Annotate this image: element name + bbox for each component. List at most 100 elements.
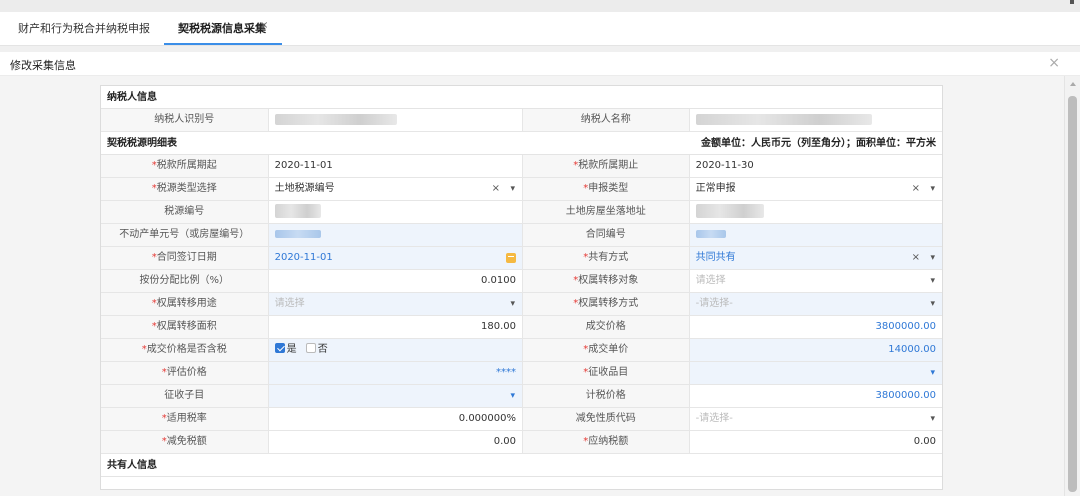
- form-row: *合同签订日期 2020-11-01 *共有方式 共同共有 × ▾: [101, 247, 942, 270]
- active-tab-indicator: [164, 43, 282, 45]
- form-row: *税款所属期起 2020-11-01 *税款所属期止 2020-11-30: [101, 155, 942, 178]
- unit-note: 金额单位：人民币元（列至角分）；面积单位：平方米: [701, 138, 936, 149]
- collection-subitem-select[interactable]: ▾: [268, 385, 522, 407]
- field-label: *申报类型: [522, 178, 690, 200]
- chevron-down-icon[interactable]: ▾: [510, 385, 515, 407]
- section-title: 纳税人信息: [107, 92, 157, 103]
- period-end-field[interactable]: 2020-11-30: [690, 155, 942, 177]
- tab-deed-tax-collection[interactable]: 契税税源信息采集: [178, 12, 266, 46]
- form-row: 税源编号 土地房屋坐落地址: [101, 201, 942, 224]
- checkbox-no[interactable]: [305, 343, 316, 353]
- field-label: 合同编号: [522, 224, 690, 246]
- top-strip: [0, 0, 1080, 12]
- eval-price-field[interactable]: ****: [268, 362, 522, 384]
- form-row: *减免税额 0.00 *应纳税额 0.00: [101, 431, 942, 454]
- clear-icon[interactable]: ×: [912, 178, 920, 200]
- source-type-select[interactable]: 土地税源编号 × ▾: [269, 178, 522, 200]
- field-label: *权属转移用途: [101, 293, 269, 315]
- calendar-icon[interactable]: [506, 253, 516, 263]
- field-label: *成交价格是否含税: [101, 339, 269, 361]
- field-label: *税款所属期止: [522, 155, 690, 177]
- field-label: *评估价格: [101, 362, 269, 384]
- section-title: 共有人信息: [107, 460, 157, 471]
- method-select[interactable]: -请选择- ▾: [689, 293, 942, 315]
- area-field[interactable]: 180.00: [269, 316, 522, 338]
- field-label: *征收品目: [522, 362, 690, 384]
- chevron-down-icon[interactable]: ▾: [930, 247, 935, 269]
- content-area: 纳税人信息 纳税人识别号 纳税人名称 契税税源明细表 金额单位：人民币元（列至角…: [0, 76, 1064, 496]
- field-label: 纳税人识别号: [101, 109, 269, 131]
- purpose-select[interactable]: 请选择 ▾: [268, 293, 522, 315]
- corner-mark: [1070, 0, 1074, 4]
- field-label: 计税价格: [522, 385, 690, 407]
- chevron-down-icon[interactable]: ▾: [510, 293, 515, 315]
- tab-bar: 财产和行为税合并纳税申报 契税税源信息采集 ×: [0, 12, 1080, 46]
- section-taxpayer-info: 纳税人信息: [101, 86, 942, 109]
- tax-included-options: 是 否: [268, 339, 522, 361]
- form-row: *权属转移面积 180.00 成交价格 3800000.00: [101, 316, 942, 339]
- page-title: 修改采集信息: [10, 59, 76, 72]
- form-row: *成交价格是否含税 是 否 *成交单价 14000.00: [101, 339, 942, 362]
- form-row: *税源类型选择 土地税源编号 × ▾ *申报类型 正常申报 × ▾: [101, 178, 942, 201]
- chevron-down-icon[interactable]: ▾: [930, 408, 935, 430]
- ratio-field[interactable]: 0.0100: [269, 270, 522, 292]
- transfer-object-select[interactable]: 请选择 ▾: [690, 270, 942, 292]
- scrollbar-thumb[interactable]: [1068, 96, 1077, 492]
- chevron-down-icon[interactable]: ▾: [930, 270, 935, 292]
- unit-no-field[interactable]: [268, 224, 522, 246]
- field-label: *权属转移对象: [522, 270, 690, 292]
- period-start-field[interactable]: 2020-11-01: [269, 155, 522, 177]
- tax-price-value: 3800000.00: [875, 390, 936, 401]
- field-label: *应纳税额: [522, 431, 690, 453]
- scroll-up-icon[interactable]: [1070, 82, 1076, 86]
- field-label: 征收子目: [101, 385, 269, 407]
- contract-no-field[interactable]: [689, 224, 942, 246]
- form-row: *权属转移用途 请选择 ▾ *权属转移方式 -请选择- ▾: [101, 293, 942, 316]
- sub-header: 修改采集信息 ×: [0, 52, 1080, 76]
- unit-price-value: 14000.00: [689, 339, 942, 361]
- field-label: *税款所属期起: [101, 155, 269, 177]
- deed-tax-form: 纳税人信息 纳税人识别号 纳税人名称 契税税源明细表 金额单位：人民币元（列至角…: [100, 85, 943, 490]
- tab-combined-declaration[interactable]: 财产和行为税合并纳税申报: [18, 12, 150, 46]
- tab-close-icon[interactable]: ×: [260, 21, 268, 31]
- form-row: 按份分配比例（%） 0.0100 *权属转移对象 请选择 ▾: [101, 270, 942, 293]
- payable-value: 0.00: [913, 436, 936, 447]
- rate-value: 0.000000%: [458, 413, 516, 424]
- field-label: *合同签订日期: [101, 247, 269, 269]
- close-icon[interactable]: ×: [1048, 55, 1060, 71]
- field-label: *权属转移方式: [522, 293, 690, 315]
- field-label: *税源类型选择: [101, 178, 269, 200]
- chevron-down-icon[interactable]: ▾: [510, 178, 515, 200]
- clear-icon[interactable]: ×: [912, 247, 920, 269]
- field-label: 土地房屋坐落地址: [522, 201, 690, 223]
- field-label: 不动产单元号（或房屋编号）: [101, 224, 269, 246]
- taxpayer-name-value: [690, 109, 942, 131]
- form-row: *适用税率 0.000000% 减免性质代码 -请选择- ▾: [101, 408, 942, 431]
- form-row: 不动产单元号（或房屋编号） 合同编号: [101, 224, 942, 247]
- checkbox-label: 是: [286, 344, 297, 355]
- field-label: *共有方式: [522, 247, 690, 269]
- chevron-down-icon[interactable]: ▾: [930, 362, 935, 384]
- checkbox-yes[interactable]: [274, 343, 285, 353]
- declare-type-select[interactable]: 正常申报 × ▾: [690, 178, 942, 200]
- form-row: 征收子目 ▾ 计税价格 3800000.00: [101, 385, 942, 408]
- chevron-down-icon[interactable]: ▾: [930, 293, 935, 315]
- field-label: 纳税人名称: [522, 109, 690, 131]
- source-no-value: [269, 201, 522, 223]
- form-row: [101, 477, 942, 489]
- exempt-code-select[interactable]: -请选择- ▾: [690, 408, 942, 430]
- relief-value: 0.00: [493, 436, 516, 447]
- joint-select[interactable]: 共同共有 × ▾: [689, 247, 942, 269]
- field-label: 税源编号: [101, 201, 269, 223]
- chevron-down-icon[interactable]: ▾: [930, 178, 935, 200]
- field-label: *成交单价: [522, 339, 690, 361]
- collection-item-select[interactable]: ▾: [689, 362, 942, 384]
- form-row: 纳税人识别号 纳税人名称: [101, 109, 942, 132]
- section-tax-source-detail: 契税税源明细表 金额单位：人民币元（列至角分）；面积单位：平方米: [101, 132, 942, 155]
- clear-icon[interactable]: ×: [492, 178, 500, 200]
- section-coowner-info: 共有人信息: [101, 454, 942, 477]
- checkbox-label: 否: [317, 344, 328, 355]
- vertical-scrollbar[interactable]: [1064, 76, 1080, 496]
- field-label: 按份分配比例（%）: [101, 270, 269, 292]
- sign-date-field[interactable]: 2020-11-01: [268, 247, 522, 269]
